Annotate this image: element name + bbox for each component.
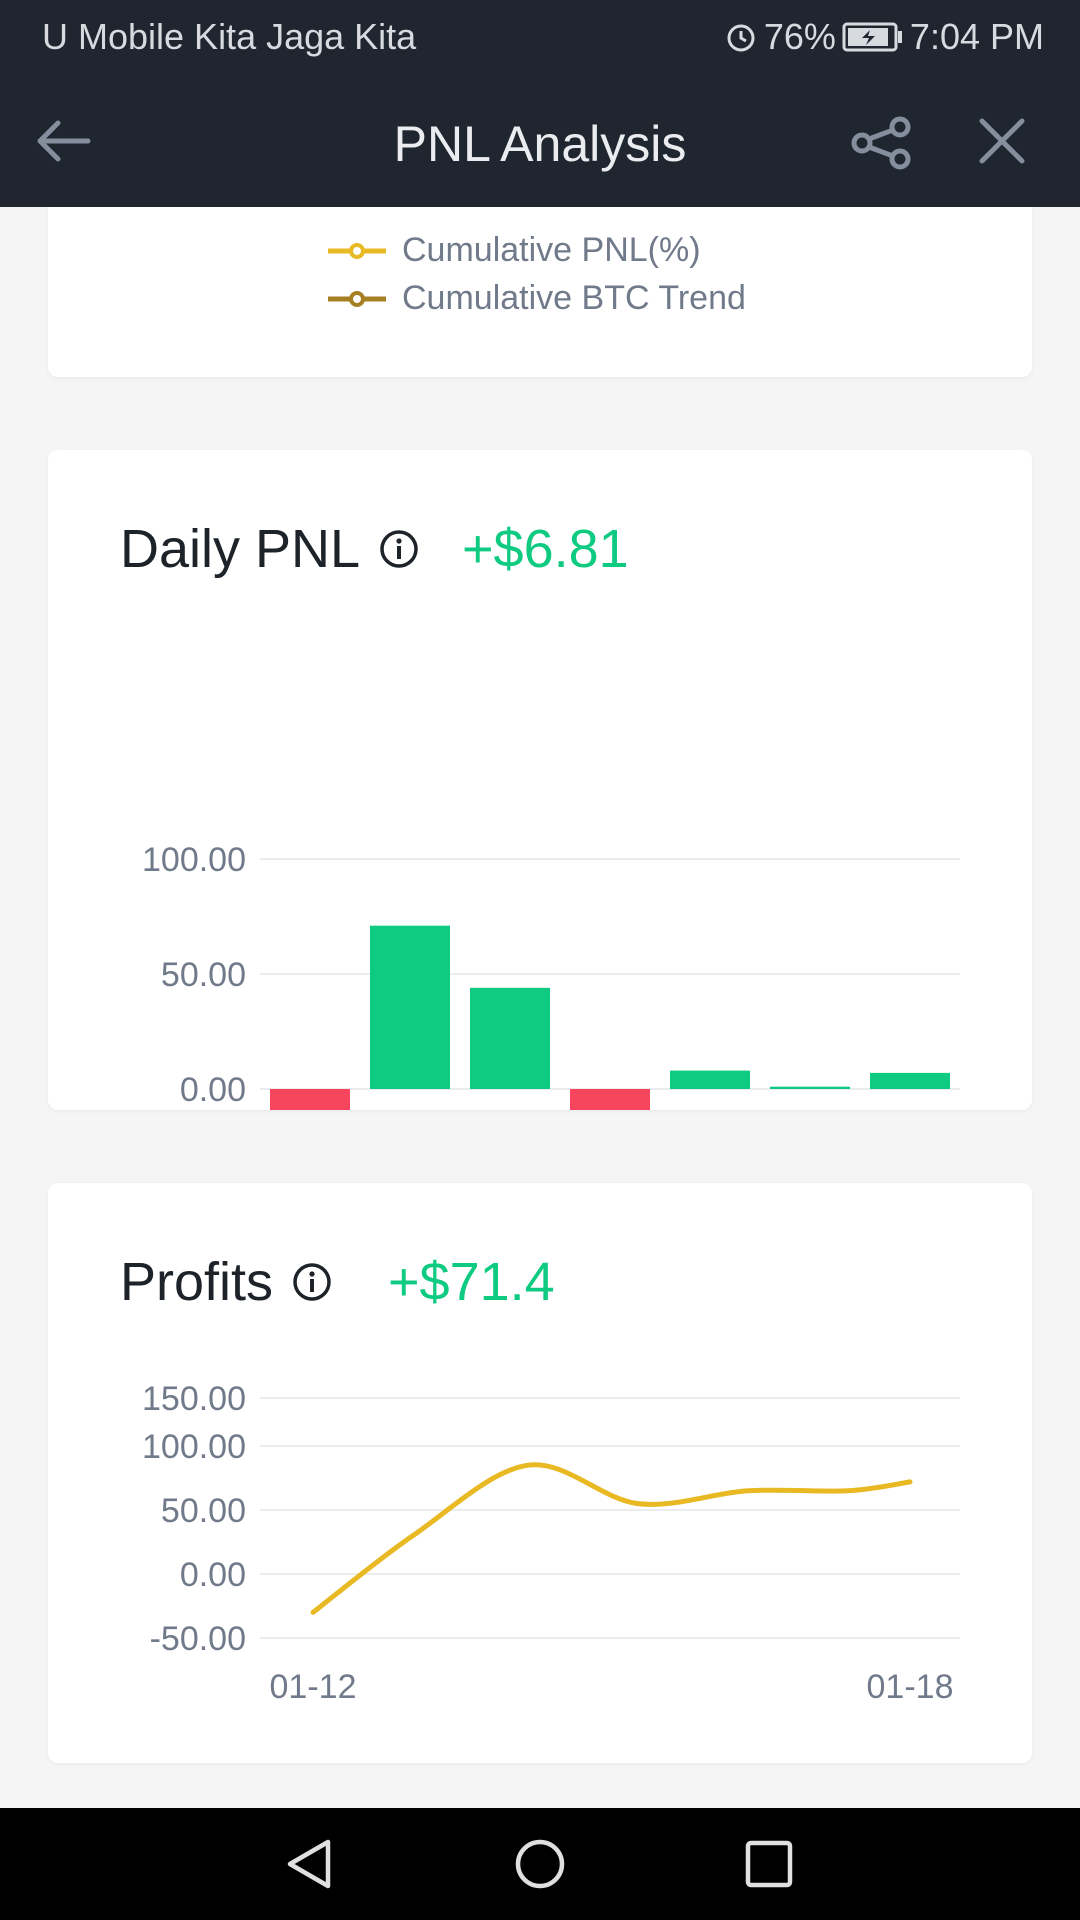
y-tick-label: 0.00 xyxy=(180,1556,246,1594)
legend-item-cumulative-btc: Cumulative BTC Trend xyxy=(326,279,746,318)
y-tick-label: 0.00 xyxy=(180,1071,246,1109)
legend-line-icon xyxy=(328,290,386,307)
y-tick-label: -50.00 xyxy=(150,1620,246,1658)
legend-label: Cumulative PNL(%) xyxy=(402,231,701,269)
y-tick-label: 50.00 xyxy=(161,1492,246,1530)
x-tick-label: 01-18 xyxy=(867,1668,954,1706)
status-right: 76% 7:04 PM xyxy=(724,16,1044,58)
bar xyxy=(370,925,450,1089)
bar xyxy=(570,1089,650,1110)
y-tick-label: 50.00 xyxy=(161,956,246,994)
battery-charging-icon xyxy=(842,22,902,52)
profits-card: Profits +$71.4 150.00 100.00 50.00 0.00 -50.… xyxy=(48,1183,1032,1763)
legend-item-cumulative-pnl: Cumulative PNL(%) xyxy=(326,231,701,270)
page-title: PNL Analysis xyxy=(393,116,687,172)
clock: 7:04 PM xyxy=(909,16,1044,57)
battery-percent: 76% xyxy=(763,16,836,57)
alarm-icon xyxy=(727,24,755,52)
bar xyxy=(470,987,550,1089)
profit-line xyxy=(310,1462,913,1615)
bar xyxy=(870,1072,950,1089)
carrier-name: U Mobile Kita Jaga Kita xyxy=(42,16,417,57)
y-tick-label: 100.00 xyxy=(142,1428,246,1466)
system-nav-bar xyxy=(0,1808,1080,1920)
bar xyxy=(770,1086,850,1089)
close-icon[interactable] xyxy=(966,105,1038,177)
daily-pnl-card: Daily PNL +$6.81 100.0050.000.00-50.0001… xyxy=(48,450,1032,1110)
app-bar: PNL Analysis xyxy=(0,75,1080,207)
legend-line-icon xyxy=(328,242,386,259)
bar xyxy=(270,1089,350,1110)
status-bar: U Mobile Kita Jaga Kita 76% 7:04 PM xyxy=(0,0,1080,75)
legend-label: Cumulative BTC Trend xyxy=(402,279,746,317)
share-icon[interactable] xyxy=(846,105,918,177)
y-tick-label: 100.00 xyxy=(142,841,246,879)
y-tick-label: 150.00 xyxy=(142,1380,246,1418)
scroll-content[interactable]: Cumulative PNL(%) Cumulative BTC Trend D… xyxy=(0,207,1080,1807)
home-circle-icon[interactable] xyxy=(510,1836,570,1892)
daily-pnl-bar-chart[interactable]: 100.0050.000.00-50.0001-1201-18 xyxy=(48,450,1032,1110)
x-tick-label: 01-12 xyxy=(270,1668,357,1706)
recents-square-icon[interactable] xyxy=(738,1836,798,1892)
profits-line-chart[interactable]: 150.00 100.00 50.00 0.00 -50.00 01-12 01-18 xyxy=(48,1183,1032,1763)
cumulative-chart-card: Cumulative PNL(%) Cumulative BTC Trend xyxy=(48,207,1032,377)
back-triangle-icon[interactable] xyxy=(280,1836,340,1892)
bar xyxy=(670,1070,750,1089)
